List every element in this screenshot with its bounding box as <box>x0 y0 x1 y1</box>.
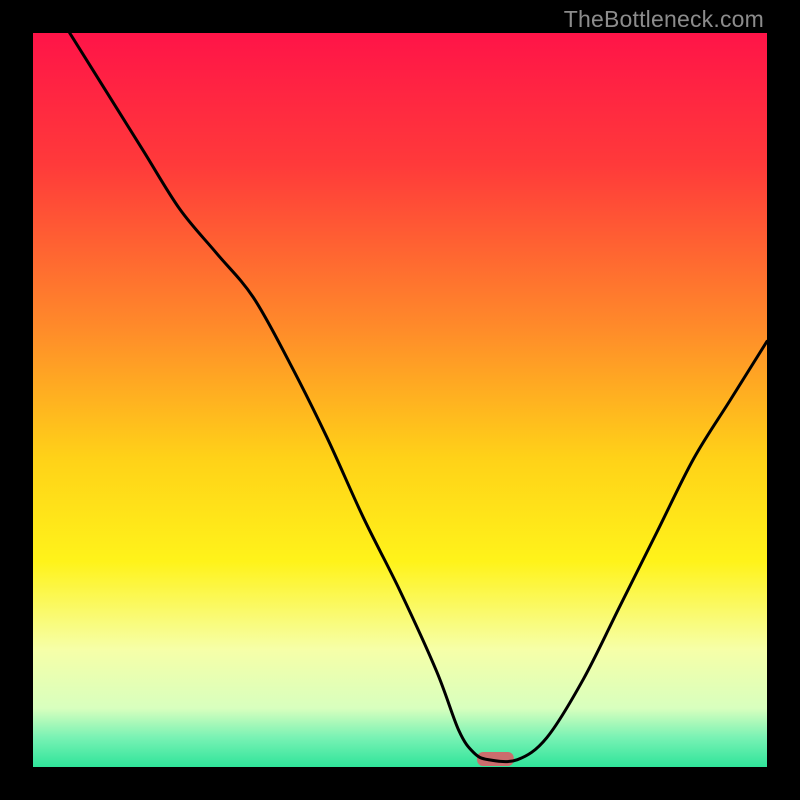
curve-layer <box>33 33 767 767</box>
watermark-text: TheBottleneck.com <box>564 6 764 33</box>
bottleneck-curve <box>70 33 767 762</box>
plot-area <box>33 33 767 767</box>
chart-frame: TheBottleneck.com <box>0 0 800 800</box>
